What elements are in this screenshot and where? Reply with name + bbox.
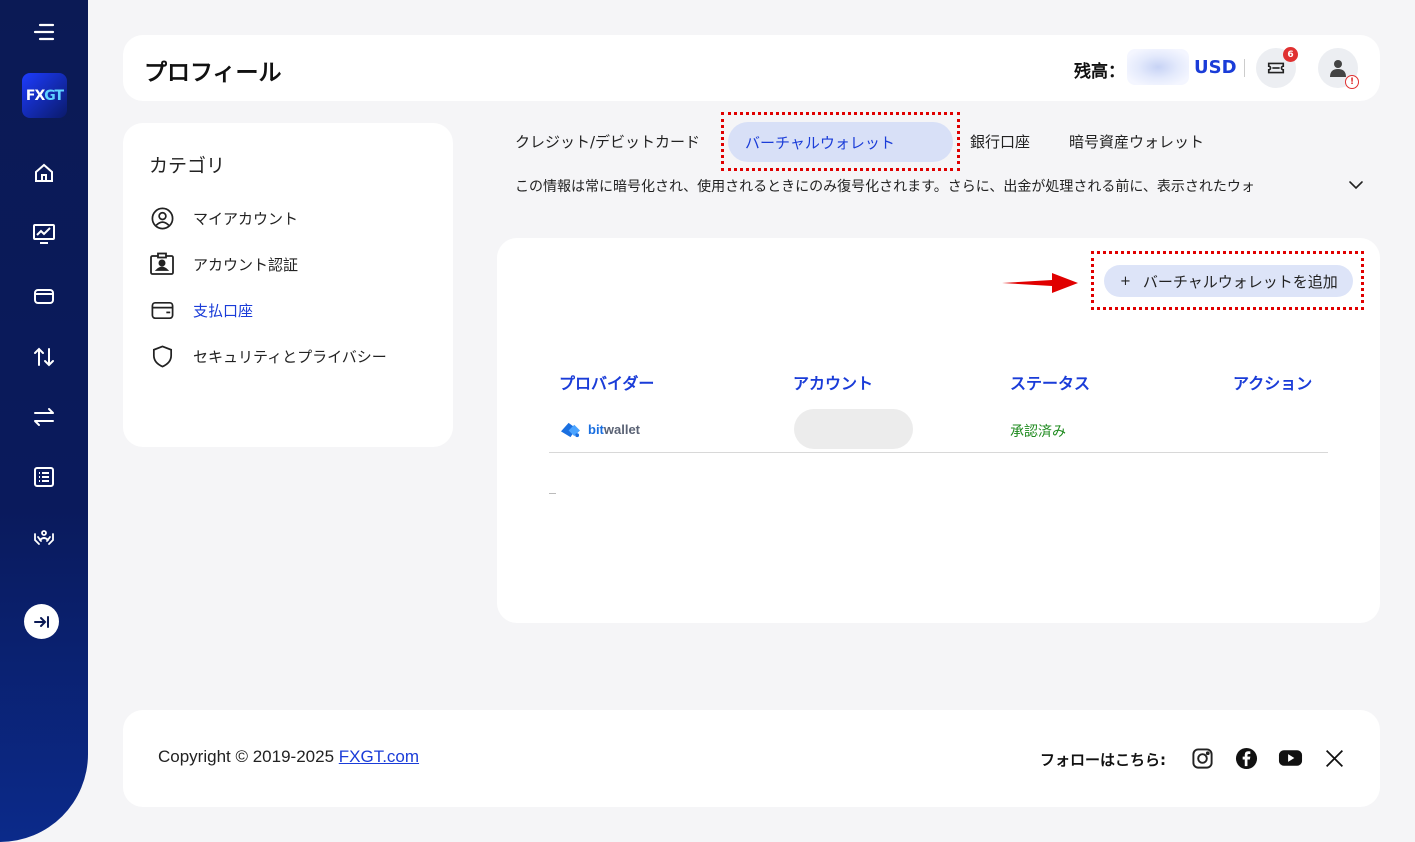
column-header-status: ステータス <box>1010 374 1091 393</box>
expand-icon <box>33 615 49 628</box>
tab-credit-debit-card[interactable]: クレジット/デビットカード <box>515 131 700 152</box>
shield-icon <box>149 343 175 369</box>
column-header-account: アカウント <box>793 374 874 393</box>
tab-bank-account[interactable]: 銀行口座 <box>970 131 1030 152</box>
instagram-icon[interactable] <box>1189 745 1215 771</box>
wallet-icon[interactable] <box>24 276 64 316</box>
home-icon[interactable] <box>24 153 64 193</box>
menu-icon[interactable] <box>24 12 64 52</box>
user-circle-icon <box>149 205 175 231</box>
x-icon[interactable] <box>1321 745 1347 771</box>
chart-icon[interactable] <box>24 214 64 254</box>
youtube-icon[interactable] <box>1277 745 1303 771</box>
sidebar: FX GT <box>0 0 88 842</box>
copyright-text: Copyright © 2019-2025 FXGT.com <box>158 747 420 766</box>
notification-badge: 6 <box>1283 47 1298 62</box>
category-item-payment-accounts[interactable]: 支払口座 <box>149 296 253 324</box>
category-item-label: アカウント認証 <box>193 255 299 274</box>
follow-label: フォローはこちら: <box>1040 751 1166 769</box>
category-item-security[interactable]: セキュリティとプライバシー <box>149 342 387 370</box>
column-header-action: アクション <box>1233 374 1313 393</box>
exchange-icon[interactable] <box>24 397 64 437</box>
status-badge: 承認済み <box>1010 424 1066 440</box>
footer: Copyright © 2019-2025 FXGT.com フォローはこちら: <box>123 710 1380 807</box>
list-icon[interactable] <box>24 457 64 497</box>
fxgt-link[interactable]: FXGT.com <box>339 747 419 766</box>
chevron-down-icon[interactable] <box>1347 176 1365 194</box>
category-item-label: セキュリティとプライバシー <box>193 347 387 366</box>
category-item-verification[interactable]: アカウント認証 <box>149 250 298 278</box>
fxgt-logo[interactable]: FX GT <box>22 73 67 118</box>
currency-label: USD <box>1194 57 1237 78</box>
expand-sidebar-button[interactable] <box>24 604 59 639</box>
divider <box>549 493 556 494</box>
tab-crypto-wallet[interactable]: 暗号資産ウォレット <box>1069 131 1204 152</box>
header-divider <box>1244 59 1245 77</box>
bitwallet-logo-icon <box>561 422 580 438</box>
category-panel: カテゴリ マイアカウント アカウント認証 支払口座 セキュリティとプライバシー <box>123 123 453 447</box>
ticket-icon <box>1267 62 1285 74</box>
alert-icon: ! <box>1345 75 1359 89</box>
balance-label: 残高： <box>1074 62 1125 82</box>
column-header-provider: プロバイダー <box>559 374 655 393</box>
category-title: カテゴリ <box>149 155 226 177</box>
provider-bitwallet: bitwallet <box>559 420 640 439</box>
highlight-box-add-button <box>1091 251 1364 310</box>
category-item-label: 支払口座 <box>193 301 254 320</box>
balance-value-hidden <box>1127 49 1189 85</box>
category-item-my-account[interactable]: マイアカウント <box>149 204 298 232</box>
highlight-box-tab <box>721 112 960 171</box>
transfer-vertical-icon[interactable] <box>24 337 64 377</box>
category-item-label: マイアカウント <box>193 209 299 228</box>
facebook-icon[interactable] <box>1233 745 1259 771</box>
page-title: プロフィール <box>144 60 282 86</box>
info-text: この情報は常に暗号化され、使用されるときにのみ復号化されます。さらに、出金が処理… <box>515 179 1255 195</box>
provider-name: bitwallet <box>588 422 641 437</box>
table-row-divider <box>549 452 1328 453</box>
account-value-hidden <box>794 409 913 449</box>
partner-icon[interactable] <box>24 517 64 557</box>
wallet-icon <box>149 297 175 323</box>
arrow-right-icon <box>1002 273 1078 293</box>
page-header: プロフィール 残高： USD 6 ! <box>123 35 1380 101</box>
id-card-icon <box>149 251 175 277</box>
user-icon <box>1330 60 1346 77</box>
